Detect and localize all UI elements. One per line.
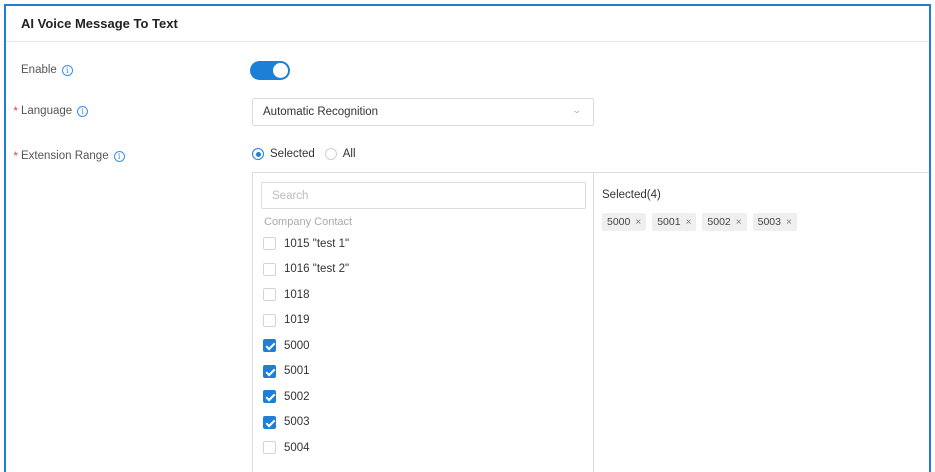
extension-transfer: Company Contact 1015 "test 1" 1016 "test … [252,172,929,472]
checkbox[interactable] [263,415,276,429]
selected-tag: 5003 × [752,213,797,231]
checkbox[interactable] [263,364,276,378]
enable-label-text: Enable [21,64,57,76]
contact-list-item[interactable]: 1016 "test 2" [263,257,349,283]
radio-selected[interactable]: Selected [252,148,315,160]
checkbox[interactable] [263,237,276,251]
contact-list-item[interactable]: 1015 "test 1" [263,231,349,257]
chevron-down-icon: ⌄ [571,105,583,115]
tag-label: 5001 [657,216,681,228]
checkbox[interactable] [263,288,276,302]
tag-label: 5003 [757,216,781,228]
info-icon[interactable]: i [61,64,73,76]
contact-label: 5004 [284,441,310,454]
enable-toggle[interactable] [250,61,290,80]
toggle-knob [273,63,288,78]
panel-title: AI Voice Message To Text [21,16,178,31]
language-select-value: Automatic Recognition [263,106,379,118]
close-icon[interactable]: × [635,217,641,228]
transfer-selected-pane: Selected(4) 5000 × 5001 × 5002 × 5003 × [594,173,929,472]
contact-list-item[interactable]: 5000 [263,333,349,359]
checkbox[interactable] [263,339,276,353]
contact-list-item[interactable]: 1018 [263,282,349,308]
required-asterisk: * [13,149,18,163]
contact-label: 1016 "test 2" [284,263,350,276]
info-icon[interactable]: i [113,150,125,162]
checkbox[interactable] [263,262,276,276]
checkbox[interactable] [263,441,276,455]
close-icon[interactable]: × [686,217,692,228]
contact-list-item[interactable]: 5003 [263,410,349,436]
required-asterisk: * [13,104,18,118]
selected-tag: 5000 × [602,213,647,231]
enable-label: * Enable i [10,63,73,77]
group-label: Company Contact [264,216,353,228]
language-select[interactable]: Automatic Recognition ⌄ [252,98,594,126]
language-label-text: Language [21,105,73,117]
contact-list: 1015 "test 1" 1016 "test 2" 1018 1019 5000 50… [263,231,349,461]
selected-tag: 5002 × [702,213,747,231]
selected-tag: 5001 × [652,213,697,231]
ai-voice-message-panel: AI Voice Message To Text * Enable i * La… [4,4,931,472]
info-icon[interactable]: i [77,105,89,117]
language-label: * Language i [10,104,89,118]
tag-label: 5002 [707,216,731,228]
checkbox[interactable] [263,313,276,327]
search-input[interactable] [261,182,586,209]
extension-range-label: * Extension Range i [10,149,125,163]
selected-tags: 5000 × 5001 × 5002 × 5003 × [602,213,797,231]
extension-range-label-text: Extension Range [21,150,109,162]
radio-all[interactable]: All [324,148,356,160]
extension-range-radio-group: Selected All [252,148,366,160]
contact-list-item[interactable]: 5001 [263,359,349,385]
checkbox[interactable] [263,390,276,404]
close-icon[interactable]: × [736,217,742,228]
radio-selected-label: Selected [270,148,315,160]
contact-label: 1019 [284,314,310,327]
tag-label: 5000 [607,216,631,228]
contact-label: 5000 [284,339,310,352]
transfer-source-pane: Company Contact 1015 "test 1" 1016 "test … [253,173,594,472]
panel-header: AI Voice Message To Text [6,6,929,42]
radio-selected-indicator [252,148,264,160]
contact-list-item[interactable]: 5002 [263,384,349,410]
contact-label: 5003 [284,416,310,429]
contact-label: 1018 [284,288,310,301]
contact-label: 1015 "test 1" [284,237,350,250]
contact-label: 5001 [284,365,310,378]
close-icon[interactable]: × [786,217,792,228]
contact-list-item[interactable]: 1019 [263,308,349,334]
contact-label: 5002 [284,390,310,403]
contact-list-item[interactable]: 5004 [263,435,349,461]
selected-title: Selected(4) [602,189,661,201]
radio-all-indicator [324,148,337,160]
radio-all-label: All [342,148,356,160]
